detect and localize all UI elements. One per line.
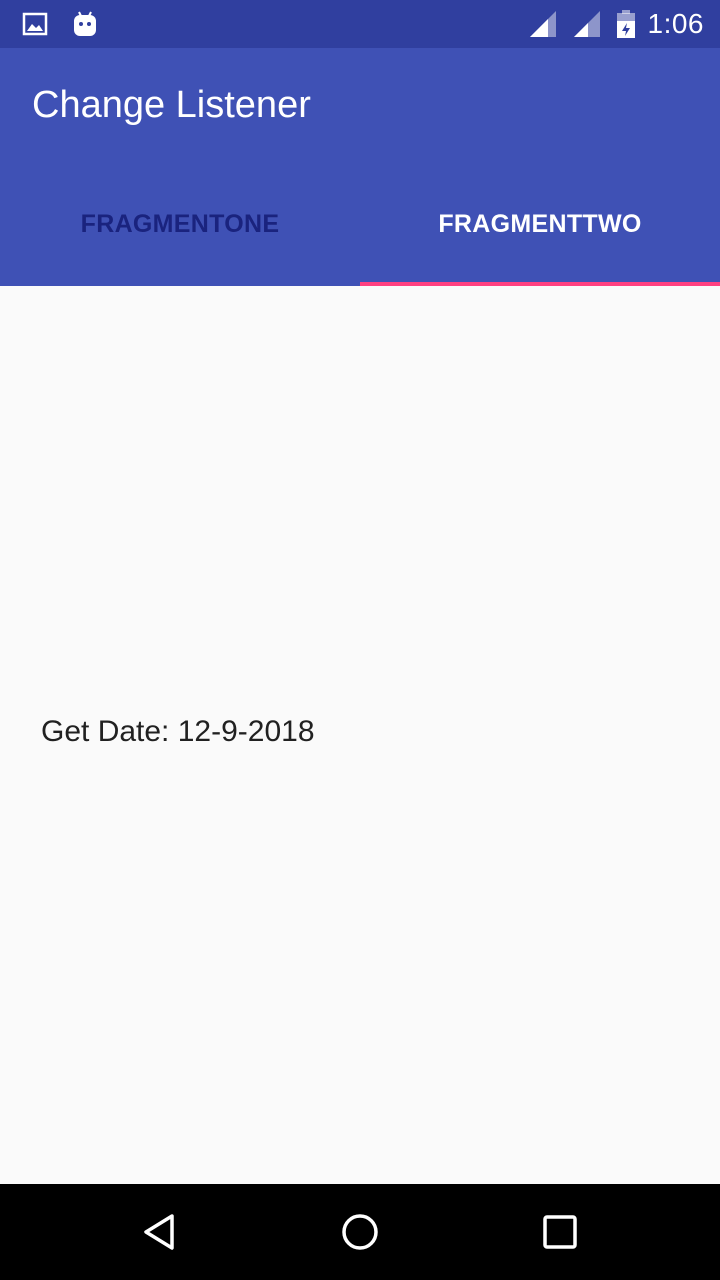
recents-icon[interactable]	[540, 1212, 580, 1252]
system-icons: 1:06	[528, 0, 705, 48]
app-bar: Change Listener FRAGMENTONE FRAGMENTTWO	[0, 48, 720, 286]
home-icon[interactable]	[340, 1212, 380, 1252]
back-icon[interactable]	[140, 1212, 180, 1252]
tab-fragmenttwo[interactable]: FRAGMENTTWO	[360, 176, 720, 286]
fragment-content: Get Date: 12-9-2018	[0, 286, 720, 1184]
navigation-bar	[0, 1184, 720, 1280]
status-clock: 1:06	[647, 8, 704, 39]
image-icon	[22, 12, 48, 36]
date-text: Get Date: 12-9-2018	[41, 715, 315, 748]
tab-fragmentone[interactable]: FRAGMENTONE	[0, 176, 360, 286]
status-bar: 1:06	[0, 0, 720, 48]
notification-icons	[22, 9, 98, 39]
battery-icon	[616, 10, 635, 38]
signal-icon	[529, 11, 556, 37]
signal-icon	[573, 11, 600, 37]
app-title: Change Listener	[32, 84, 311, 126]
android-icon	[74, 11, 96, 36]
